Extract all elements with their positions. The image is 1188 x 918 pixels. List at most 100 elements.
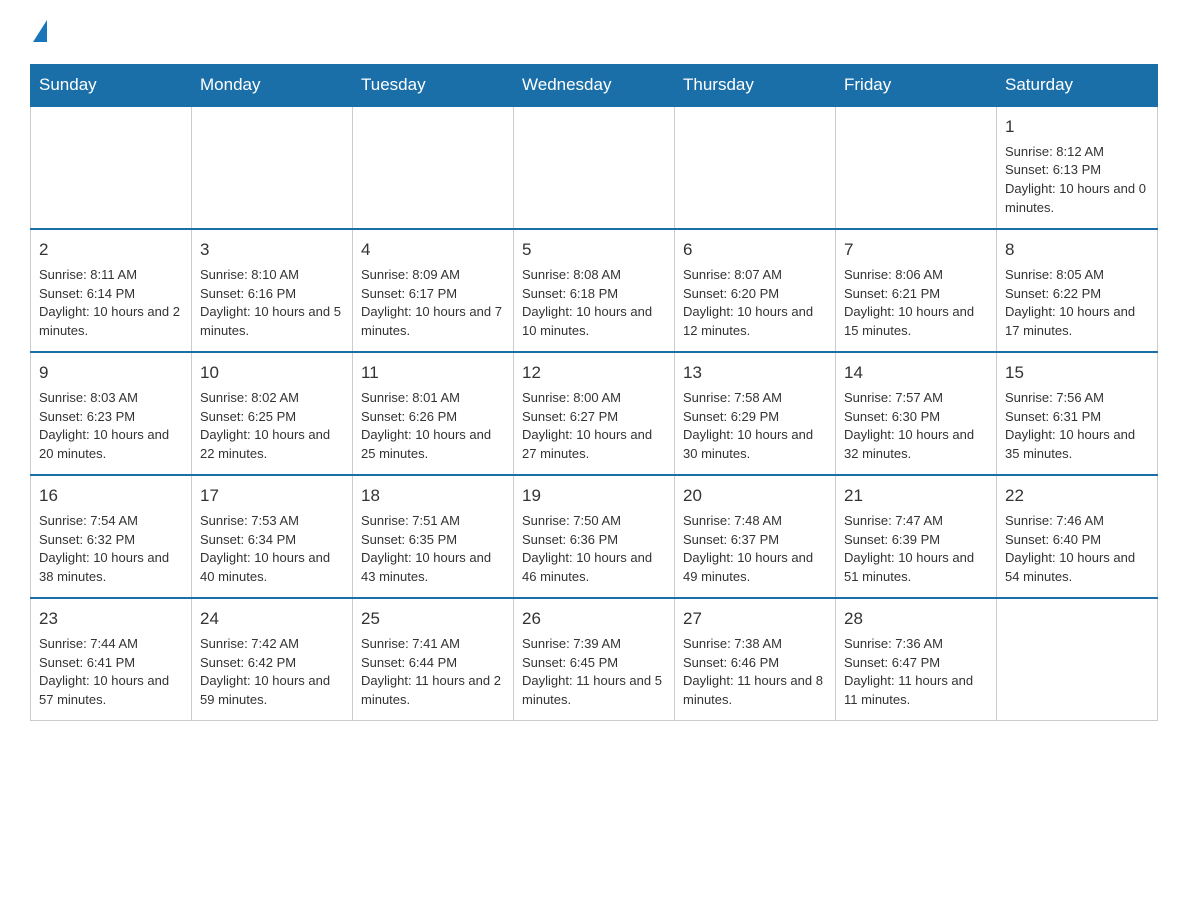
- calendar-cell: [997, 598, 1158, 721]
- day-info: Sunrise: 7:54 AM Sunset: 6:32 PM Dayligh…: [39, 512, 183, 587]
- day-number: 20: [683, 484, 827, 509]
- day-number: 1: [1005, 115, 1149, 140]
- day-number: 10: [200, 361, 344, 386]
- calendar-cell: 8 Sunrise: 8:05 AM Sunset: 6:22 PM Daylig…: [997, 229, 1158, 352]
- day-info: Sunrise: 7:56 AM Sunset: 6:31 PM Dayligh…: [1005, 389, 1149, 464]
- weekday-header-sunday: Sunday: [31, 65, 192, 107]
- day-number: 9: [39, 361, 183, 386]
- day-info: Sunrise: 8:01 AM Sunset: 6:26 PM Dayligh…: [361, 389, 505, 464]
- day-info: Sunrise: 8:09 AM Sunset: 6:17 PM Dayligh…: [361, 266, 505, 341]
- calendar-cell: 14Sunrise: 7:57 AM Sunset: 6:30 PM Dayli…: [836, 352, 997, 475]
- calendar-cell: 3 Sunrise: 8:10 AM Sunset: 6:16 PM Daylig…: [192, 229, 353, 352]
- day-info: Sunrise: 8:08 AM Sunset: 6:18 PM Dayligh…: [522, 266, 666, 341]
- weekday-header-friday: Friday: [836, 65, 997, 107]
- day-number: 11: [361, 361, 505, 386]
- day-number: 18: [361, 484, 505, 509]
- day-number: 17: [200, 484, 344, 509]
- day-number: 3: [200, 238, 344, 263]
- calendar-cell: 16 Sunrise: 7:54 AM Sunset: 6:32 PM Dayli…: [31, 475, 192, 598]
- calendar-cell: 12Sunrise: 8:00 AM Sunset: 6:27 PM Dayli…: [514, 352, 675, 475]
- day-number: 8: [1005, 238, 1149, 263]
- day-info: Sunrise: 8:05 AM Sunset: 6:22 PM Dayligh…: [1005, 266, 1149, 341]
- calendar-cell: 10 Sunrise: 8:02 AM Sunset: 6:25 PM Dayli…: [192, 352, 353, 475]
- day-number: 28: [844, 607, 988, 632]
- day-info: Sunrise: 7:50 AM Sunset: 6:36 PM Dayligh…: [522, 512, 666, 587]
- day-number: 15: [1005, 361, 1149, 386]
- day-number: 2: [39, 238, 183, 263]
- calendar-cell: 26 Sunrise: 7:39 AM Sunset: 6:45 PM Dayli…: [514, 598, 675, 721]
- day-number: 23: [39, 607, 183, 632]
- calendar-week-row: 9 Sunrise: 8:03 AM Sunset: 6:23 PM Daylig…: [31, 352, 1158, 475]
- day-info: Sunrise: 8:11 AM Sunset: 6:14 PM Dayligh…: [39, 266, 183, 341]
- calendar-cell: 27 Sunrise: 7:38 AM Sunset: 6:46 PM Dayli…: [675, 598, 836, 721]
- day-info: Sunrise: 7:48 AM Sunset: 6:37 PM Dayligh…: [683, 512, 827, 587]
- calendar-cell: 15 Sunrise: 7:56 AM Sunset: 6:31 PM Dayli…: [997, 352, 1158, 475]
- day-number: 6: [683, 238, 827, 263]
- calendar-cell: 7 Sunrise: 8:06 AM Sunset: 6:21 PM Daylig…: [836, 229, 997, 352]
- calendar-cell: 21 Sunrise: 7:47 AM Sunset: 6:39 PM Dayli…: [836, 475, 997, 598]
- day-info: Sunrise: 8:06 AM Sunset: 6:21 PM Dayligh…: [844, 266, 988, 341]
- calendar-week-row: 2 Sunrise: 8:11 AM Sunset: 6:14 PM Daylig…: [31, 229, 1158, 352]
- weekday-header-tuesday: Tuesday: [353, 65, 514, 107]
- calendar-cell: 17 Sunrise: 7:53 AM Sunset: 6:34 PM Dayli…: [192, 475, 353, 598]
- calendar-cell: 23 Sunrise: 7:44 AM Sunset: 6:41 PM Dayli…: [31, 598, 192, 721]
- calendar-cell: 25Sunrise: 7:41 AM Sunset: 6:44 PM Dayli…: [353, 598, 514, 721]
- calendar-cell: [31, 106, 192, 229]
- day-number: 13: [683, 361, 827, 386]
- calendar-cell: 1 Sunrise: 8:12 AM Sunset: 6:13 PM Daylig…: [997, 106, 1158, 229]
- day-info: Sunrise: 7:53 AM Sunset: 6:34 PM Dayligh…: [200, 512, 344, 587]
- day-info: Sunrise: 7:38 AM Sunset: 6:46 PM Dayligh…: [683, 635, 827, 710]
- calendar-cell: 18 Sunrise: 7:51 AM Sunset: 6:35 PM Dayli…: [353, 475, 514, 598]
- calendar-table: SundayMondayTuesdayWednesdayThursdayFrid…: [30, 64, 1158, 721]
- weekday-header-thursday: Thursday: [675, 65, 836, 107]
- page-header: [30, 20, 1158, 44]
- day-info: Sunrise: 7:51 AM Sunset: 6:35 PM Dayligh…: [361, 512, 505, 587]
- day-info: Sunrise: 8:10 AM Sunset: 6:16 PM Dayligh…: [200, 266, 344, 341]
- weekday-header-wednesday: Wednesday: [514, 65, 675, 107]
- calendar-cell: 5 Sunrise: 8:08 AM Sunset: 6:18 PM Daylig…: [514, 229, 675, 352]
- calendar-cell: [192, 106, 353, 229]
- day-number: 5: [522, 238, 666, 263]
- calendar-cell: 6 Sunrise: 8:07 AM Sunset: 6:20 PM Daylig…: [675, 229, 836, 352]
- day-number: 19: [522, 484, 666, 509]
- day-number: 25: [361, 607, 505, 632]
- calendar-cell: [514, 106, 675, 229]
- calendar-cell: [353, 106, 514, 229]
- day-number: 12: [522, 361, 666, 386]
- logo: [30, 20, 47, 44]
- day-info: Sunrise: 8:07 AM Sunset: 6:20 PM Dayligh…: [683, 266, 827, 341]
- day-number: 26: [522, 607, 666, 632]
- day-info: Sunrise: 8:02 AM Sunset: 6:25 PM Dayligh…: [200, 389, 344, 464]
- calendar-cell: 22Sunrise: 7:46 AM Sunset: 6:40 PM Dayli…: [997, 475, 1158, 598]
- day-number: 14: [844, 361, 988, 386]
- day-number: 16: [39, 484, 183, 509]
- day-info: Sunrise: 7:58 AM Sunset: 6:29 PM Dayligh…: [683, 389, 827, 464]
- day-number: 21: [844, 484, 988, 509]
- logo-triangle-icon: [33, 20, 47, 42]
- day-info: Sunrise: 7:36 AM Sunset: 6:47 PM Dayligh…: [844, 635, 988, 710]
- day-number: 27: [683, 607, 827, 632]
- calendar-cell: 13 Sunrise: 7:58 AM Sunset: 6:29 PM Dayli…: [675, 352, 836, 475]
- day-info: Sunrise: 7:39 AM Sunset: 6:45 PM Dayligh…: [522, 635, 666, 710]
- weekday-header-saturday: Saturday: [997, 65, 1158, 107]
- calendar-cell: 24 Sunrise: 7:42 AM Sunset: 6:42 PM Dayli…: [192, 598, 353, 721]
- calendar-cell: 9 Sunrise: 8:03 AM Sunset: 6:23 PM Daylig…: [31, 352, 192, 475]
- day-info: Sunrise: 8:03 AM Sunset: 6:23 PM Dayligh…: [39, 389, 183, 464]
- calendar-week-row: 16 Sunrise: 7:54 AM Sunset: 6:32 PM Dayli…: [31, 475, 1158, 598]
- day-info: Sunrise: 8:12 AM Sunset: 6:13 PM Dayligh…: [1005, 143, 1149, 218]
- day-info: Sunrise: 7:47 AM Sunset: 6:39 PM Dayligh…: [844, 512, 988, 587]
- day-info: Sunrise: 7:46 AM Sunset: 6:40 PM Dayligh…: [1005, 512, 1149, 587]
- calendar-week-row: 1 Sunrise: 8:12 AM Sunset: 6:13 PM Daylig…: [31, 106, 1158, 229]
- calendar-cell: 20 Sunrise: 7:48 AM Sunset: 6:37 PM Dayli…: [675, 475, 836, 598]
- weekday-header-monday: Monday: [192, 65, 353, 107]
- calendar-cell: [675, 106, 836, 229]
- calendar-cell: 4 Sunrise: 8:09 AM Sunset: 6:17 PM Daylig…: [353, 229, 514, 352]
- calendar-cell: 28 Sunrise: 7:36 AM Sunset: 6:47 PM Dayli…: [836, 598, 997, 721]
- day-number: 4: [361, 238, 505, 263]
- day-number: 7: [844, 238, 988, 263]
- weekday-header-row: SundayMondayTuesdayWednesdayThursdayFrid…: [31, 65, 1158, 107]
- calendar-week-row: 23 Sunrise: 7:44 AM Sunset: 6:41 PM Dayli…: [31, 598, 1158, 721]
- day-number: 24: [200, 607, 344, 632]
- day-info: Sunrise: 7:42 AM Sunset: 6:42 PM Dayligh…: [200, 635, 344, 710]
- day-info: Sunrise: 7:44 AM Sunset: 6:41 PM Dayligh…: [39, 635, 183, 710]
